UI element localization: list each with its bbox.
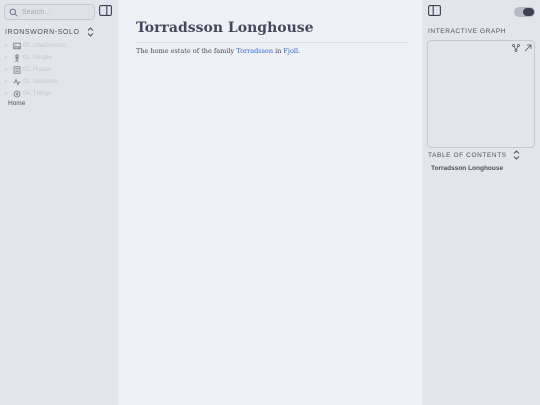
main-content: Torradsson Longhouse The home estate of … [118, 0, 422, 405]
map-icon [13, 66, 21, 74]
chevron-up-down-icon [87, 27, 93, 37]
tree-item-sessions[interactable]: › 03. Sessions [5, 76, 115, 88]
tree-item-label: 04. Things [23, 91, 51, 97]
search-icon [9, 8, 18, 16]
search-box[interactable] [4, 4, 95, 20]
global-graph-icon[interactable] [512, 44, 520, 52]
tree-item-things[interactable]: › 04. Things [5, 88, 115, 100]
activity-icon [13, 78, 21, 86]
home-link[interactable]: Home [8, 100, 25, 107]
theme-toggle[interactable] [514, 7, 535, 17]
tree-item-label: 02. Places [23, 67, 52, 73]
interactive-graph[interactable] [427, 40, 535, 148]
chevron-right-icon: › [5, 67, 7, 73]
chevron-right-icon: › [5, 55, 7, 61]
tree-item-attachments[interactable]: › 00. Attachments [5, 40, 115, 52]
sidebar-toggle-icon[interactable] [428, 5, 441, 16]
chevron-right-icon: › [5, 79, 7, 85]
image-icon [13, 42, 21, 50]
paragraph-text: The home estate of the family [136, 47, 237, 55]
paragraph-text: . [298, 47, 301, 55]
person-icon [15, 54, 19, 62]
tree-item-label: 00. Attachments [23, 43, 67, 49]
toc-section-header[interactable]: TABLE OF CONTENTS [428, 150, 520, 160]
title-divider [136, 42, 408, 43]
right-sidebar: INTERACTIVE GRAPH TABLE OF CONTENTS Torr… [422, 0, 540, 405]
chevron-up-down-icon [513, 150, 520, 160]
tree-item-label: 03. Sessions [23, 79, 58, 85]
tree-item-people[interactable]: › 01. People [5, 52, 115, 64]
paragraph-text: in [273, 47, 284, 55]
link-torradsson[interactable]: Torradsson [236, 47, 273, 55]
toc-item[interactable]: Torradsson Longhouse [431, 165, 503, 172]
search-input[interactable] [22, 8, 92, 16]
graph-section-label: INTERACTIVE GRAPH [428, 28, 507, 35]
toc-section-label: TABLE OF CONTENTS [428, 151, 507, 159]
cube-icon [13, 90, 21, 98]
link-fjoll[interactable]: Fjoll [283, 47, 298, 55]
page-paragraph: The home estate of the family Torradsson… [136, 47, 300, 55]
sidebar-toggle-icon[interactable] [99, 5, 112, 16]
left-sidebar: IRONSWORN-SOLO › 00. Attachments › 01. P… [0, 0, 118, 405]
tree-item-label: 01. People [23, 55, 52, 61]
expand-icon[interactable] [524, 44, 532, 52]
chevron-right-icon: › [5, 43, 7, 49]
file-tree: › 00. Attachments › 01. People › 02. Pla… [5, 40, 115, 100]
vault-switcher[interactable]: IRONSWORN-SOLO [5, 27, 94, 37]
vault-name: IRONSWORN-SOLO [5, 28, 80, 36]
chevron-right-icon: › [5, 91, 7, 97]
toggle-knob [523, 8, 534, 16]
tree-item-places[interactable]: › 02. Places [5, 64, 115, 76]
page-title: Torradsson Longhouse [136, 20, 314, 36]
